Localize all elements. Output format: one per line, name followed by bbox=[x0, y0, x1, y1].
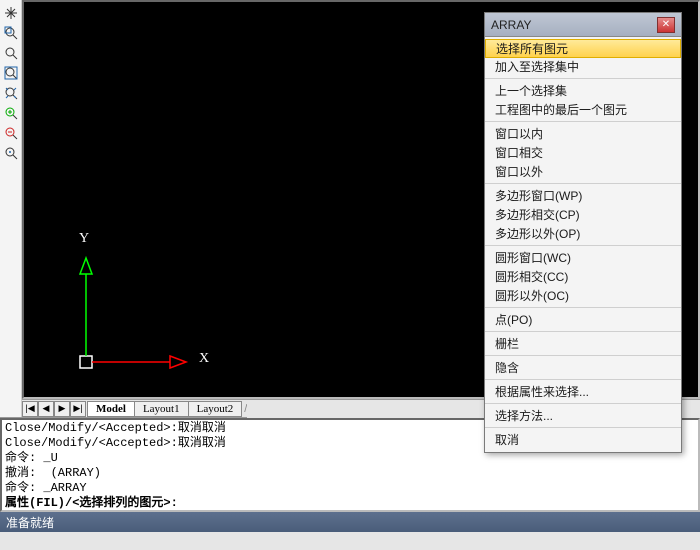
tab-prev-button[interactable]: ◀ bbox=[38, 401, 54, 417]
tab-model[interactable]: Model bbox=[87, 401, 135, 417]
menu-add-to-set[interactable]: 加入至选择集中 bbox=[485, 57, 681, 76]
cmd-prompt: 属性(FIL)/<选择排列的图元>: bbox=[5, 496, 178, 510]
popup-title: ARRAY bbox=[491, 18, 531, 32]
cmd-line: Close/Modify/<Accepted>:取消取消 bbox=[5, 421, 226, 435]
tab-next-button[interactable]: ▶ bbox=[54, 401, 70, 417]
tab-layout2[interactable]: Layout2 bbox=[188, 401, 243, 417]
cmd-line: Close/Modify/<Accepted>:取消取消 bbox=[5, 436, 226, 450]
zoom-center-icon[interactable] bbox=[2, 144, 20, 162]
cmd-line: 命令: _U bbox=[5, 451, 58, 465]
menu-window-inside[interactable]: 窗口以内 bbox=[485, 124, 681, 143]
separator-icon bbox=[485, 183, 681, 184]
cmd-line: 命令: _ARRAY bbox=[5, 481, 87, 495]
menu-implied[interactable]: 隐含 bbox=[485, 358, 681, 377]
menu-cpolygon[interactable]: 多边形相交(CP) bbox=[485, 205, 681, 224]
menu-select-all[interactable]: 选择所有图元 bbox=[485, 39, 681, 58]
pan-icon[interactable] bbox=[2, 4, 20, 22]
separator-icon bbox=[485, 427, 681, 428]
menu-ocircle[interactable]: 圆形以外(OC) bbox=[485, 286, 681, 305]
zoom-out-icon[interactable] bbox=[2, 124, 20, 142]
menu-point[interactable]: 点(PO) bbox=[485, 310, 681, 329]
separator-icon bbox=[485, 355, 681, 356]
separator-icon bbox=[485, 78, 681, 79]
zoom-realtime-icon[interactable] bbox=[2, 44, 20, 62]
menu-window-cross[interactable]: 窗口相交 bbox=[485, 143, 681, 162]
separator-icon bbox=[485, 331, 681, 332]
app-root: Y X |◀ bbox=[0, 0, 700, 550]
layout-tabs: Model Layout1 Layout2 bbox=[88, 401, 242, 417]
menu-last-entity[interactable]: 工程图中的最后一个图元 bbox=[485, 100, 681, 119]
menu-cancel[interactable]: 取消 bbox=[485, 430, 681, 449]
separator-icon bbox=[485, 403, 681, 404]
menu-ccircle[interactable]: 圆形相交(CC) bbox=[485, 267, 681, 286]
menu-wpolygon[interactable]: 多边形窗口(WP) bbox=[485, 186, 681, 205]
menu-opolygon[interactable]: 多边形以外(OP) bbox=[485, 224, 681, 243]
menu-by-property[interactable]: 根据属性来选择... bbox=[485, 382, 681, 401]
separator-icon bbox=[485, 379, 681, 380]
menu-wcircle[interactable]: 圆形窗口(WC) bbox=[485, 248, 681, 267]
zoom-in-icon[interactable] bbox=[2, 104, 20, 122]
status-bar: 准备就绪 bbox=[0, 512, 700, 532]
menu-window-outside[interactable]: 窗口以外 bbox=[485, 162, 681, 181]
view-toolbar bbox=[0, 0, 22, 417]
separator-icon bbox=[485, 245, 681, 246]
zoom-extents-icon[interactable] bbox=[2, 84, 20, 102]
zoom-window-icon[interactable] bbox=[2, 24, 20, 42]
status-text: 准备就绪 bbox=[6, 514, 54, 531]
tab-layout1[interactable]: Layout1 bbox=[134, 401, 189, 417]
menu-prev-set[interactable]: 上一个选择集 bbox=[485, 81, 681, 100]
ucs-icon bbox=[74, 244, 204, 377]
popup-body: 选择所有图元 加入至选择集中 上一个选择集 工程图中的最后一个图元 窗口以内 窗… bbox=[485, 37, 681, 452]
tab-nav: |◀ ◀ ▶ ▶| bbox=[22, 401, 86, 417]
close-icon: ✕ bbox=[662, 19, 670, 30]
tab-first-button[interactable]: |◀ bbox=[22, 401, 38, 417]
menu-select-method[interactable]: 选择方法... bbox=[485, 406, 681, 425]
separator-icon bbox=[485, 121, 681, 122]
cmd-line: 撤消: (ARRAY) bbox=[5, 466, 101, 480]
menu-fence[interactable]: 栅栏 bbox=[485, 334, 681, 353]
zoom-all-icon[interactable] bbox=[2, 64, 20, 82]
popup-titlebar[interactable]: ARRAY ✕ bbox=[485, 13, 681, 37]
tab-last-button[interactable]: ▶| bbox=[70, 401, 86, 417]
separator-icon bbox=[485, 307, 681, 308]
popup-close-button[interactable]: ✕ bbox=[657, 17, 675, 33]
array-popup: ARRAY ✕ 选择所有图元 加入至选择集中 上一个选择集 工程图中的最后一个图… bbox=[484, 12, 682, 453]
